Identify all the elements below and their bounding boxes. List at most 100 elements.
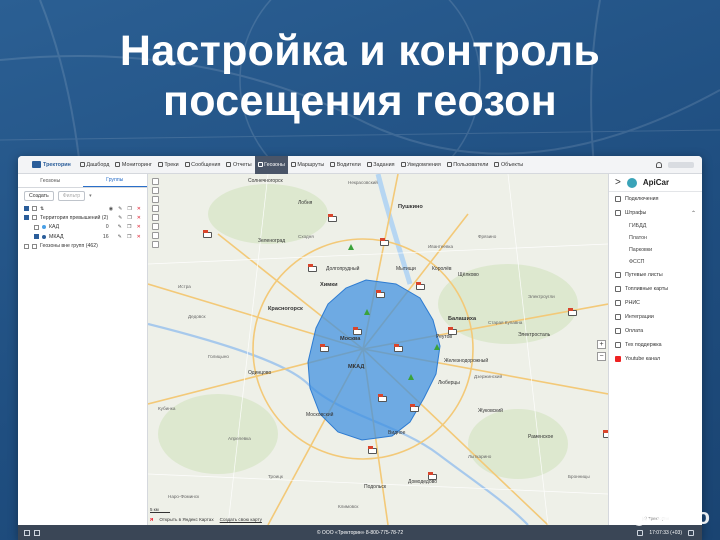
search-icon[interactable] — [152, 232, 159, 239]
vehicle-marker[interactable] — [353, 327, 362, 335]
geozone-checkbox[interactable] — [34, 224, 39, 230]
nav-item-11[interactable]: Объекты — [491, 156, 526, 174]
nav-item-6[interactable]: Маршруты — [288, 156, 327, 174]
zoom-out-button[interactable]: − — [597, 352, 606, 361]
vehicle-marker[interactable] — [380, 238, 389, 246]
apicar-subitem[interactable]: Парковки — [609, 244, 702, 256]
map-view[interactable]: Солнечногорск Некрасовский Лобня Пушкино Зел… — [148, 174, 608, 525]
nav-item-7[interactable]: Водители — [327, 156, 364, 174]
nav-item-5[interactable]: Геозоны — [254, 156, 288, 174]
apicar-item-7[interactable]: Тех поддержка — [609, 338, 702, 352]
select-all-checkbox[interactable] — [24, 206, 29, 211]
delete-icon[interactable]: ✕ — [137, 234, 141, 240]
nav-item-3[interactable]: Сообщения — [182, 156, 224, 174]
delete-icon[interactable]: ✕ — [137, 206, 141, 212]
nav-item-9[interactable]: Уведомления — [398, 156, 444, 174]
bell-icon[interactable] — [656, 161, 662, 168]
map-label: Московский — [306, 412, 334, 418]
vehicle-marker[interactable] — [448, 327, 457, 335]
nav-item-0[interactable]: Дашборд — [77, 156, 113, 174]
create-map-link[interactable]: Создать свою карту — [220, 517, 262, 522]
apicar-item-5[interactable]: Интеграции — [609, 310, 702, 324]
chevron-down-icon[interactable]: ▾ — [89, 193, 92, 199]
map-label: Бронницы — [568, 474, 590, 479]
edit-icon[interactable]: ✎ — [118, 224, 122, 230]
group-checkbox[interactable] — [24, 215, 29, 221]
copy-icon[interactable]: ❐ — [127, 224, 132, 230]
vehicle-marker[interactable] — [308, 264, 317, 272]
geozone-checkbox[interactable] — [34, 234, 39, 240]
vehicle-marker[interactable] — [410, 404, 419, 412]
apicar-subitem[interactable]: ГИБДД — [609, 220, 702, 232]
apicar-item-8[interactable]: Youtube канал — [609, 352, 702, 366]
yandex-logo: Я — [150, 517, 154, 522]
vehicle-marker[interactable] — [320, 344, 329, 352]
apicar-item-4[interactable]: РНИС — [609, 296, 702, 310]
apicar-item-1[interactable]: Штрафы ⌃ — [609, 206, 702, 220]
eye-icon[interactable]: ◉ — [109, 206, 113, 212]
user-menu[interactable] — [668, 161, 694, 168]
nav-item-2[interactable]: Треки — [155, 156, 182, 174]
zoom-in-button[interactable]: + — [597, 340, 606, 349]
fullscreen-icon[interactable] — [152, 223, 159, 230]
sort-icon[interactable]: ⇅ — [40, 206, 44, 212]
apicar-item-3[interactable]: Топливные карты — [609, 282, 702, 296]
open-in-yandex-link[interactable]: Открыть в Яндекс Картах — [159, 517, 213, 522]
ruler-icon[interactable] — [152, 205, 159, 212]
apicar-subitem[interactable]: Платон — [609, 232, 702, 244]
copy-icon[interactable]: ❐ — [127, 215, 131, 221]
nav-item-10[interactable]: Пользователи — [444, 156, 492, 174]
apicar-item-2[interactable]: Путевые листы — [609, 268, 702, 282]
group-checkbox[interactable] — [24, 243, 29, 249]
vehicle-marker[interactable] — [203, 230, 212, 238]
group-expand-toggle[interactable] — [32, 215, 37, 221]
apicar-item-0[interactable]: Подключения — [609, 192, 702, 206]
monitoring-icon — [115, 162, 121, 167]
vehicle-marker-moving[interactable] — [434, 344, 440, 350]
vehicle-marker[interactable] — [328, 214, 337, 222]
apicar-subitem[interactable]: ФССП — [609, 256, 702, 268]
geozone-row-kad[interactable]: КАД 0 ✎ ❐ ✕ — [18, 223, 147, 233]
map-label: Электросталь — [518, 332, 551, 338]
draw-polygon-icon[interactable] — [152, 178, 159, 185]
expand-all-checkbox[interactable] — [32, 206, 37, 211]
create-button[interactable]: Создать — [24, 191, 54, 201]
vehicle-marker-moving[interactable] — [364, 309, 370, 315]
edit-icon[interactable]: ✎ — [118, 206, 122, 212]
tab-geozones[interactable]: Геозоны — [18, 174, 83, 187]
edit-icon[interactable]: ✎ — [118, 234, 122, 240]
layers-icon[interactable] — [152, 214, 159, 221]
delete-icon[interactable]: ✕ — [137, 224, 141, 230]
map-label: Зеленоград — [258, 238, 286, 244]
vehicle-marker[interactable] — [378, 394, 387, 402]
vehicle-marker[interactable] — [368, 446, 377, 454]
nav-item-1[interactable]: Мониторинг — [112, 156, 154, 174]
map-canvas[interactable] — [148, 174, 608, 525]
group-row[interactable]: Геозоны вне групп (462) — [18, 242, 147, 252]
chevron-up-icon[interactable]: ⌃ — [691, 210, 696, 217]
copy-icon[interactable]: ❐ — [127, 234, 132, 240]
geozone-row-mkad[interactable]: МКАД 16 ✎ ❐ ✕ — [18, 232, 147, 242]
vehicle-marker[interactable] — [394, 344, 403, 352]
group-expand-toggle[interactable] — [32, 243, 37, 249]
tab-groups[interactable]: Группы — [82, 174, 147, 187]
vehicle-marker[interactable] — [568, 308, 577, 316]
vehicle-marker[interactable] — [416, 282, 425, 290]
brand[interactable]: Тректорин — [18, 161, 77, 168]
filter-button[interactable]: Фильтр — [57, 191, 86, 201]
nav-item-4[interactable]: Отчеты — [223, 156, 254, 174]
apicar-item-6[interactable]: Оплата — [609, 324, 702, 338]
draw-circle-icon[interactable] — [152, 187, 159, 194]
delete-icon[interactable]: ✕ — [137, 215, 141, 221]
draw-line-icon[interactable] — [152, 196, 159, 203]
copy-icon[interactable]: ❐ — [127, 206, 131, 212]
vehicle-marker-moving[interactable] — [348, 244, 354, 250]
vehicle-marker-moving[interactable] — [408, 374, 414, 380]
pin-icon[interactable] — [152, 241, 159, 248]
nav-item-8[interactable]: Задания — [364, 156, 398, 174]
group-row[interactable]: Территория превышений (2) ✎ ❐ ✕ — [18, 213, 147, 223]
vehicle-marker[interactable] — [376, 290, 385, 298]
vehicle-marker[interactable] — [428, 472, 437, 480]
edit-icon[interactable]: ✎ — [118, 215, 122, 221]
collapse-arrow-icon[interactable]: > — [615, 177, 621, 188]
